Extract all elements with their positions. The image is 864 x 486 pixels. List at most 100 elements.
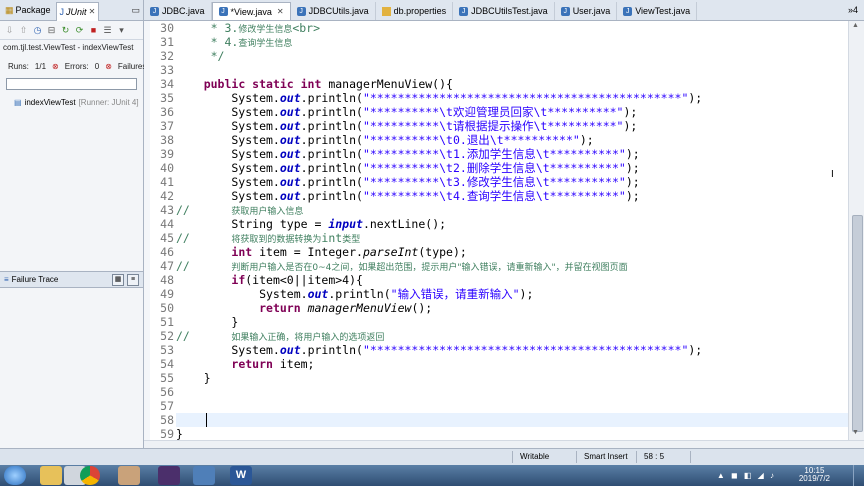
code-token: return: [231, 357, 273, 371]
code-token: \t**********": [535, 161, 626, 175]
code-token: .println(: [300, 133, 363, 147]
code-line: System.out.println("********************…: [176, 343, 702, 357]
rerun-icon[interactable]: ↻: [60, 25, 71, 36]
code-token: item;: [272, 357, 315, 371]
java-file-icon: J: [459, 6, 469, 16]
tab-view-java[interactable]: J *View.java ✕: [211, 2, 291, 20]
line-number: 53: [160, 343, 174, 357]
tab-db-properties[interactable]: db.properties: [376, 2, 454, 20]
tab-jdbcutils-java[interactable]: J JDBCUtils.java: [291, 2, 376, 20]
left-tab-bar: ▦ Package J JUnit ✕ ▭: [0, 0, 143, 21]
code-token: out: [279, 175, 301, 189]
code-token: managerMenuView: [307, 301, 412, 315]
code-token: 类型: [342, 235, 361, 245]
word-icon[interactable]: W: [230, 466, 252, 485]
code-token: );: [625, 147, 640, 161]
chevron-down-icon[interactable]: ▾: [116, 25, 127, 36]
test-progress-bar: [6, 78, 137, 90]
code-token: "**********\t2.: [362, 161, 467, 175]
tab-package-explorer[interactable]: ▦ Package: [2, 2, 54, 19]
errors-label: Errors:: [64, 61, 89, 71]
filter-stack-icon[interactable]: ▦: [112, 273, 124, 286]
code-line: System.out.println("输入错误，请重新输入");: [176, 287, 533, 301]
code-editor[interactable]: I * 3.修改学生信息<br> * 4.查询学生信息 */ public st…: [176, 21, 848, 441]
desktop-window-icon[interactable]: [193, 466, 215, 485]
tab-overflow[interactable]: »4: [848, 5, 858, 15]
lock-icon[interactable]: ⊟: [46, 25, 57, 36]
up-arrow-icon[interactable]: ⇧: [18, 25, 29, 36]
stop-icon[interactable]: ■: [88, 25, 99, 36]
code-token: //: [176, 329, 232, 343]
minimize-icon[interactable]: ▭: [131, 5, 140, 16]
scrollbar-thumb[interactable]: [852, 215, 863, 432]
code-token: System.: [176, 91, 280, 105]
tab-jdbc-java[interactable]: J JDBC.java: [144, 2, 212, 20]
scroll-down-icon[interactable]: ▼: [852, 429, 859, 436]
test-run-name: com.tjl.test.ViewTest - indexViewTest: [3, 43, 134, 52]
system-clock[interactable]: 10:15 2019/7/2: [799, 467, 830, 483]
code-token: //: [176, 203, 232, 217]
show-desktop-button[interactable]: [853, 465, 864, 486]
chrome-icon[interactable]: [80, 466, 100, 485]
java-file-icon: J: [296, 6, 306, 16]
history-icon[interactable]: ◷: [32, 25, 43, 36]
code-token: );: [625, 175, 640, 189]
vertical-scrollbar[interactable]: ▲ ▼: [848, 21, 864, 440]
code-token: out: [279, 133, 301, 147]
compare-icon[interactable]: ≡: [127, 273, 139, 286]
close-icon[interactable]: ✕: [277, 7, 284, 16]
tab-label: Package: [15, 5, 51, 15]
tab-label: JUnit: [66, 6, 87, 17]
code-token: System.: [176, 133, 280, 147]
line-number: 58: [160, 413, 174, 427]
explorer-folder-icon[interactable]: [40, 466, 62, 485]
tab-jdbcutilstest-java[interactable]: J JDBCUtilsTest.java: [453, 2, 555, 20]
code-token: }: [176, 427, 183, 441]
status-cursor-position: 58 : 5: [644, 452, 665, 461]
code-token: out: [279, 189, 301, 203]
code-token: }: [176, 371, 211, 385]
test-runner-label: [Runner: JUnit 4]: [78, 98, 139, 107]
code-line: System.out.println("**********\t0.退出\t**…: [176, 133, 593, 147]
scroll-up-icon[interactable]: ▲: [852, 22, 859, 29]
code-line: System.out.println("**********\t3.修改学生信息…: [176, 175, 640, 189]
tab-viewtest-java[interactable]: J ViewTest.java: [617, 2, 698, 20]
code-token: );: [623, 119, 638, 133]
code-token: 将获取到的数据转换为: [231, 235, 322, 245]
tab-junit[interactable]: J JUnit ✕: [55, 1, 100, 21]
down-arrow-icon[interactable]: ⇩: [4, 25, 15, 36]
code-token: System.: [176, 343, 280, 357]
code-line: System.out.println("**********\t欢迎管理员回家\…: [176, 105, 637, 119]
system-tray-icons[interactable]: ▲ ◼ ◧ ◢ ♪: [717, 471, 776, 480]
status-insert-mode: Smart Insert: [584, 452, 628, 461]
eclipse-icon[interactable]: [158, 466, 180, 485]
rerun-failed-icon[interactable]: ⟳: [74, 25, 85, 36]
test-tree-item[interactable]: ▤ indexViewTest [Runner: JUnit 4]: [0, 98, 143, 107]
code-token: 判断用户输入是否在0~4之间，如果超出范围，提示用户"输入错误，请重新输入"，并…: [231, 263, 628, 273]
line-number: 42: [160, 189, 174, 203]
tab-label: *View.java: [230, 6, 272, 17]
close-icon[interactable]: ✕: [89, 7, 96, 16]
layout-icon[interactable]: ☰: [102, 25, 113, 36]
code-line: System.out.println("********************…: [176, 91, 702, 105]
status-separator: [690, 451, 691, 463]
code-token: "**********\t1.: [362, 147, 467, 161]
code-token: input: [328, 217, 363, 231]
code-token: out: [279, 161, 301, 175]
code-token: 退出: [466, 133, 490, 147]
code-line: // 如果输入正确，将用户输入的选项返回: [176, 329, 384, 343]
code-token: .println(: [300, 119, 363, 133]
line-number: 59: [160, 427, 174, 441]
code-token: (item<0||item>4){: [245, 273, 363, 287]
code-line: * 3.修改学生信息<br>: [176, 21, 320, 35]
user-avatar-icon[interactable]: [118, 466, 140, 485]
code-token: .println(: [300, 147, 363, 161]
line-number: 33: [160, 63, 174, 77]
tab-user-java[interactable]: J User.java: [555, 2, 618, 20]
code-token: System.: [176, 119, 280, 133]
code-token: "***************************************…: [362, 343, 689, 357]
line-number: 50: [160, 301, 174, 315]
code-token: 删除学生信息: [466, 161, 536, 175]
start-orb-icon[interactable]: [4, 466, 26, 485]
